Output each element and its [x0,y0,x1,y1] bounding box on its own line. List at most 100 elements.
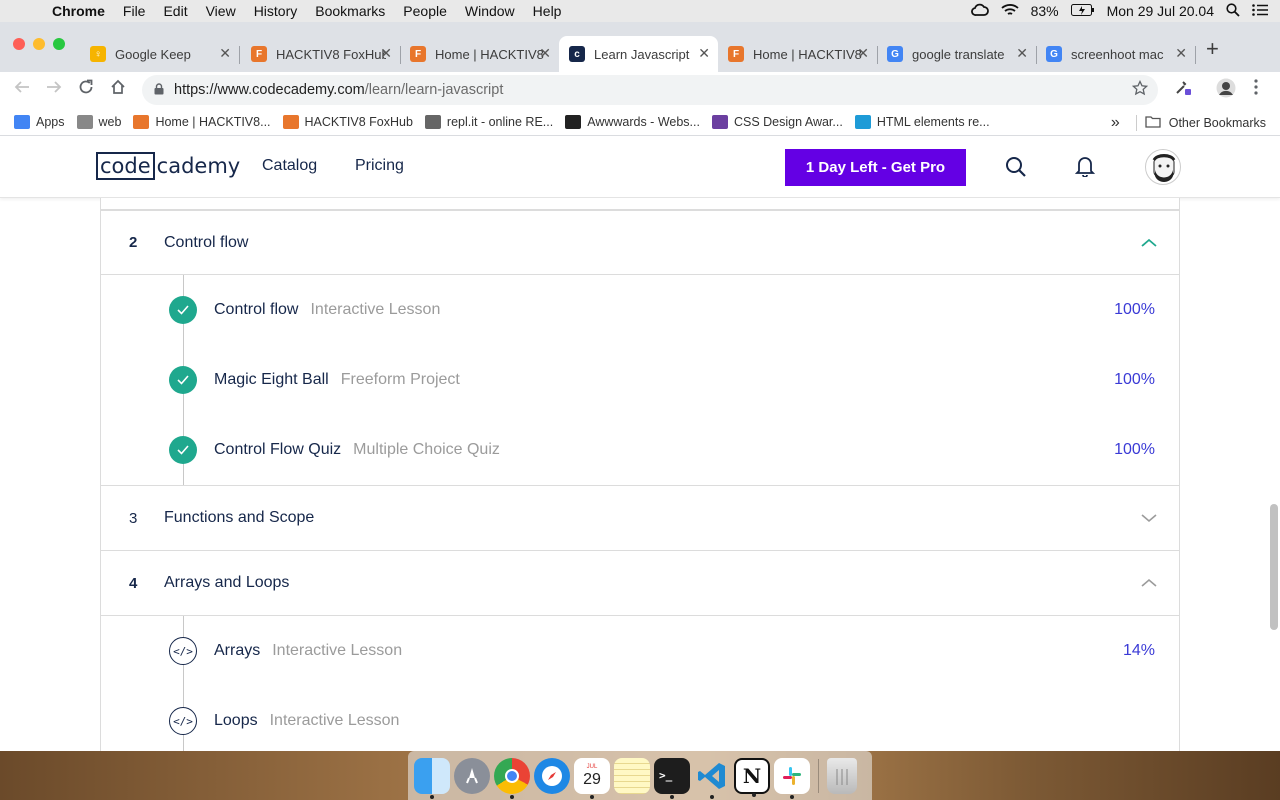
bookmark-item[interactable]: web [76,114,121,129]
tab-title: Learn Javascript [594,46,690,62]
browser-tab[interactable]: ♀ Google Keep ✕ [80,36,240,72]
menu-bookmarks[interactable]: Bookmarks [306,3,394,19]
reload-icon[interactable] [78,79,94,100]
launchpad-icon[interactable] [454,757,490,794]
close-window-button[interactable] [13,38,25,50]
lesson-row[interactable]: Control flow Interactive Lesson 100% [101,275,1179,345]
module-number: 2 [129,234,138,251]
calendar-icon[interactable]: JUL 29 [574,757,610,799]
bookmark-item[interactable]: CSS Design Awar... [711,114,843,129]
browser-tab[interactable]: F Home | HACKTIV8 ✕ [718,36,878,72]
battery-icon[interactable] [1070,3,1095,19]
zoom-window-button[interactable] [53,38,65,50]
lock-icon[interactable] [154,82,164,98]
codecademy-logo[interactable]: code cademy [96,152,240,180]
bookmark-favicon-icon [854,114,871,129]
finder-icon[interactable] [414,757,450,799]
trash-icon[interactable] [827,757,857,794]
bookmark-item[interactable]: Home | HACKTIV8... [133,114,271,129]
other-bookmarks[interactable]: Other Bookmarks [1169,116,1266,130]
lesson-type: Interactive Lesson [310,301,441,318]
close-tab-icon[interactable]: ✕ [857,45,869,62]
close-tab-icon[interactable]: ✕ [539,45,551,62]
lesson-name[interactable]: Control flow [214,301,298,318]
browser-tab[interactable]: F Home | HACKTIV8 ✕ [400,36,559,72]
browser-tab[interactable]: Ggoogle translate ✕ [877,36,1037,72]
tab-favicon-icon: F [410,46,426,62]
extension-icon[interactable] [1174,79,1192,102]
menu-help[interactable]: Help [524,3,571,19]
new-tab-button[interactable]: + [1206,36,1219,62]
notes-icon[interactable] [614,757,650,794]
user-avatar[interactable] [1145,149,1181,185]
slack-icon[interactable] [774,757,810,799]
browser-tab[interactable]: F HACKTIV8 FoxHub ✕ [241,36,401,72]
minimize-window-button[interactable] [33,38,45,50]
lesson-name[interactable]: Magic Eight Ball [214,371,329,388]
module-3-header[interactable]: 3 Functions and Scope [100,486,1180,551]
bookmark-item[interactable]: Awwwards - Webs... [565,114,700,129]
bookmark-star-icon[interactable] [1131,79,1149,101]
web-page: code cademy Catalog Pricing 1 Day Left - … [0,136,1280,751]
browser-toolbar: https://www.codecademy.com/learn/learn-j… [0,72,1280,108]
notion-icon[interactable]: N [734,757,770,797]
creative-cloud-icon[interactable] [970,3,989,20]
profile-avatar-icon[interactable] [1216,78,1236,103]
lesson-name[interactable]: Arrays [214,642,260,659]
menu-app-name[interactable]: Chrome [44,3,114,19]
bookmark-item[interactable]: Apps [14,114,65,129]
lesson-name[interactable]: Loops [214,712,258,729]
close-tab-icon[interactable]: ✕ [1016,45,1028,62]
menubar-clock[interactable]: Mon 29 Jul 20.04 [1107,3,1214,19]
close-tab-icon[interactable]: ✕ [1175,45,1187,62]
lesson-row[interactable]: Magic Eight Ball Freeform Project 100% [101,345,1179,415]
menu-file[interactable]: File [114,3,155,19]
get-pro-button[interactable]: 1 Day Left - Get Pro [785,149,966,186]
search-icon[interactable] [1005,156,1027,183]
chrome-icon[interactable] [494,757,530,799]
bookmark-label: HACKTIV8 FoxHub [304,114,413,129]
bookmark-item[interactable]: repl.it - online RE... [424,114,553,129]
chevron-up-icon[interactable] [1141,235,1157,249]
forward-arrow-icon[interactable] [46,79,62,100]
vscode-icon[interactable] [694,758,730,799]
spotlight-search-icon[interactable] [1226,2,1240,20]
safari-icon[interactable] [534,757,570,794]
bookmark-label: Home | HACKTIV8... [155,114,271,129]
bookmark-favicon-icon [133,114,150,129]
module-2-header[interactable]: 2 Control flow [100,210,1180,275]
menu-view[interactable]: View [197,3,245,19]
lesson-row[interactable]: Control Flow Quiz Multiple Choice Quiz 10… [101,415,1179,485]
notifications-bell-icon[interactable] [1074,155,1096,182]
bookmark-item[interactable]: HACKTIV8 FoxHub [282,114,413,129]
menu-edit[interactable]: Edit [154,3,196,19]
home-icon[interactable] [110,79,126,100]
lesson-row[interactable]: </> Loops Interactive Lesson [101,686,1179,751]
close-tab-icon[interactable]: ✕ [380,45,392,62]
back-arrow-icon[interactable] [14,79,30,100]
module-4-header[interactable]: 4 Arrays and Loops [100,551,1180,616]
bookmarks-overflow-icon[interactable]: » [1111,114,1120,132]
bookmark-item[interactable]: HTML elements re... [854,114,990,129]
close-tab-icon[interactable]: ✕ [698,45,710,62]
close-tab-icon[interactable]: ✕ [219,45,231,62]
lesson-name[interactable]: Control Flow Quiz [214,441,341,458]
browser-tab[interactable]: c Learn Javascript ✕ [559,36,718,72]
nav-pricing[interactable]: Pricing [355,157,404,175]
lesson-type: Interactive Lesson [269,712,400,729]
page-scrollbar[interactable] [1270,504,1278,630]
chevron-down-icon[interactable] [1141,510,1157,524]
notification-center-icon[interactable] [1252,3,1268,19]
browser-tab[interactable]: Gscreenhoot mac ✕ [1036,36,1196,72]
menu-history[interactable]: History [245,3,307,19]
chevron-up-icon[interactable] [1141,575,1157,589]
menu-people[interactable]: People [394,3,456,19]
terminal-icon[interactable]: >_ [654,757,690,799]
browser-menu-icon[interactable] [1254,79,1258,100]
menu-window[interactable]: Window [456,3,524,19]
lesson-type: Freeform Project [340,371,460,388]
address-bar[interactable]: https://www.codecademy.com/learn/learn-j… [142,75,1158,105]
nav-catalog[interactable]: Catalog [262,157,317,175]
wifi-icon[interactable] [1000,3,1019,20]
lesson-row[interactable]: </> Arrays Interactive Lesson 14% [101,616,1179,686]
